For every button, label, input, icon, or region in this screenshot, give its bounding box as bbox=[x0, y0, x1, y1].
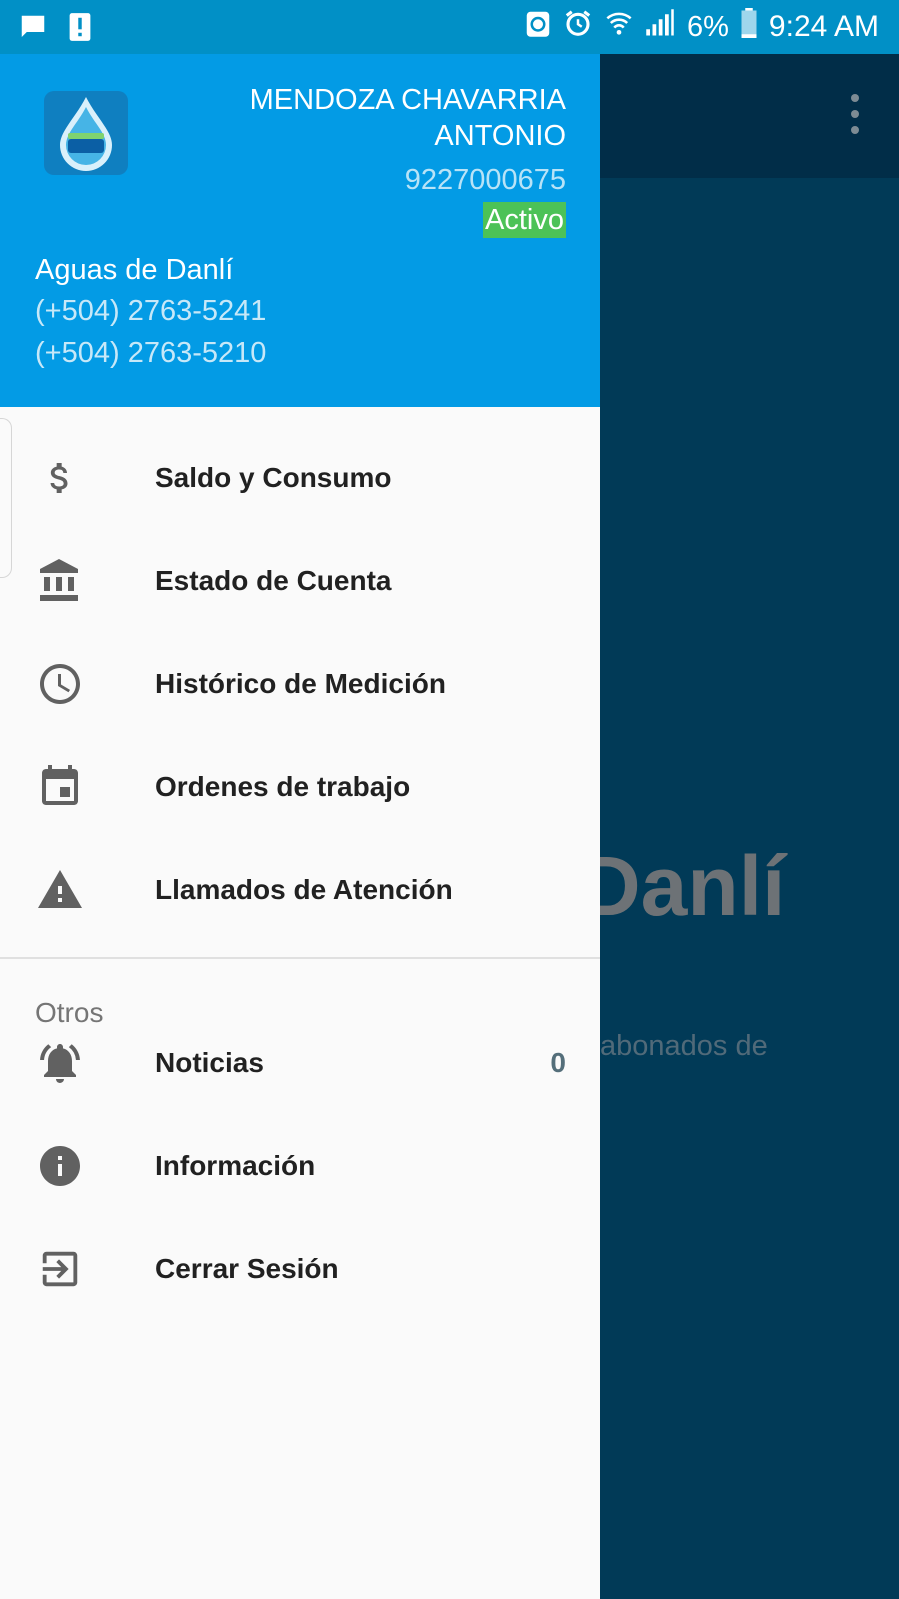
background-subtitle: abonados de bbox=[600, 1030, 768, 1062]
background-title: Danlí bbox=[600, 839, 786, 933]
wifi-icon bbox=[605, 8, 633, 46]
clock-icon bbox=[36, 660, 84, 708]
menu-label: Estado de Cuenta bbox=[155, 564, 392, 596]
bank-icon bbox=[36, 557, 84, 605]
battery-level: 6% bbox=[687, 10, 729, 43]
dollar-icon bbox=[36, 454, 84, 502]
app-body-scrim[interactable]: Danlí abonados de bbox=[600, 178, 899, 1599]
user-name-line2: ANTONIO bbox=[434, 120, 566, 152]
warning-icon bbox=[36, 866, 84, 914]
clock-time: 9:24 AM bbox=[768, 10, 879, 43]
navigation-drawer: MENDOZA CHAVARRIA ANTONIO 9227000675 Act… bbox=[0, 54, 600, 1599]
org-phone-1[interactable]: (+504) 2763-5241 bbox=[35, 290, 266, 332]
menu-item-saldo-consumo[interactable]: Saldo y Consumo bbox=[0, 426, 600, 529]
status-badge: Activo bbox=[483, 202, 566, 238]
status-bar: 6% 9:24 AM bbox=[0, 0, 899, 54]
notification-count-badge: 0 bbox=[550, 1046, 566, 1078]
overflow-menu-icon[interactable] bbox=[849, 94, 861, 134]
drawer-header: MENDOZA CHAVARRIA ANTONIO 9227000675 Act… bbox=[0, 54, 600, 407]
menu-label: Información bbox=[155, 1149, 316, 1181]
message-icon bbox=[18, 12, 48, 47]
account-number: 9227000675 bbox=[404, 164, 566, 196]
alarm-icon bbox=[563, 8, 593, 46]
menu-item-historico-medicion[interactable]: Histórico de Medición bbox=[0, 632, 600, 735]
org-name: Aguas de Danlí bbox=[35, 254, 234, 286]
signal-icon bbox=[645, 9, 675, 45]
menu-label: Saldo y Consumo bbox=[155, 461, 392, 493]
battery-icon bbox=[741, 8, 757, 46]
calendar-icon bbox=[36, 763, 84, 811]
menu-label: Cerrar Sesión bbox=[155, 1252, 339, 1284]
org-info: Aguas de Danlí (+504) 2763-5241 (+504) 2… bbox=[35, 250, 266, 374]
menu-label: Ordenes de trabajo bbox=[155, 770, 411, 802]
menu-item-noticias[interactable]: Noticias 0 bbox=[0, 1011, 600, 1114]
menu-item-cerrar-sesion[interactable]: Cerrar Sesión bbox=[0, 1217, 600, 1320]
menu-label: Histórico de Medición bbox=[155, 667, 446, 699]
sync-icon bbox=[525, 8, 551, 46]
drawer-menu: Saldo y Consumo Estado de Cuenta Históri… bbox=[0, 407, 600, 1320]
menu-label: Llamados de Atención bbox=[155, 873, 453, 905]
bell-icon bbox=[36, 1039, 84, 1087]
info-icon bbox=[36, 1142, 84, 1190]
app-toolbar bbox=[600, 54, 899, 178]
menu-label: Noticias bbox=[155, 1046, 264, 1078]
menu-item-ordenes-trabajo[interactable]: Ordenes de trabajo bbox=[0, 735, 600, 838]
menu-item-estado-cuenta[interactable]: Estado de Cuenta bbox=[0, 529, 600, 632]
menu-item-informacion[interactable]: Información bbox=[0, 1114, 600, 1217]
app-logo bbox=[44, 91, 128, 175]
user-info: MENDOZA CHAVARRIA ANTONIO 9227000675 Act… bbox=[250, 82, 566, 238]
org-phone-2[interactable]: (+504) 2763-5210 bbox=[35, 332, 266, 374]
alert-icon bbox=[68, 12, 92, 47]
menu-item-llamados-atencion[interactable]: Llamados de Atención bbox=[0, 838, 600, 941]
logout-icon bbox=[36, 1245, 84, 1293]
user-name-line1: MENDOZA CHAVARRIA bbox=[249, 84, 566, 116]
